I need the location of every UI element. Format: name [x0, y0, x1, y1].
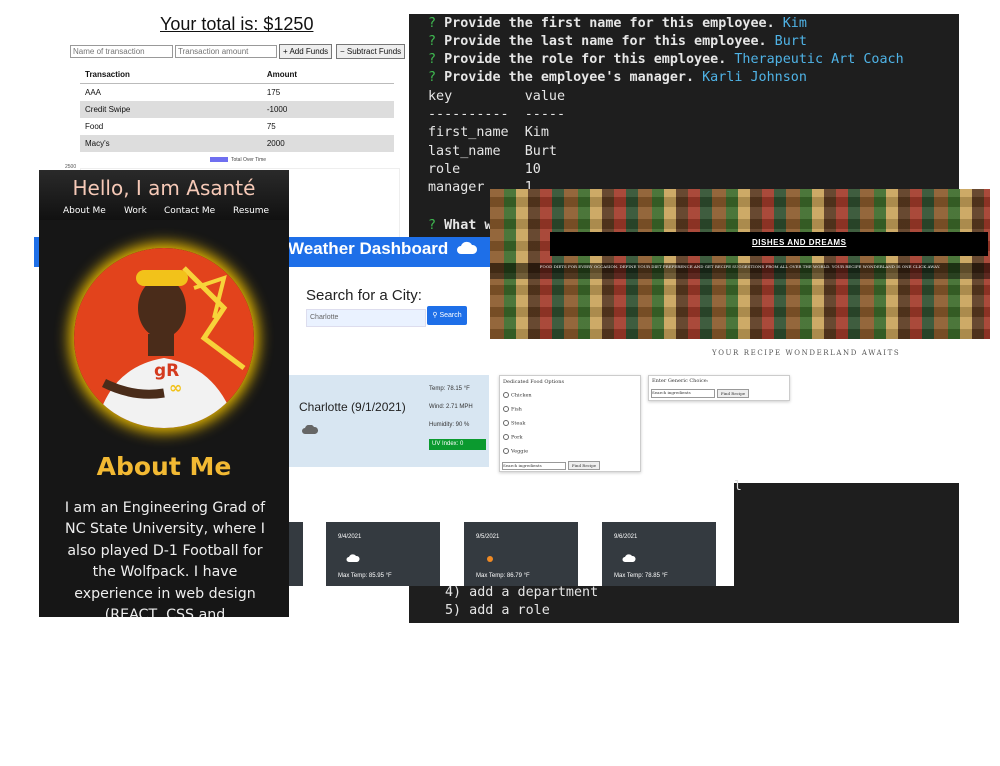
generic-choice-heading: Enter Generic Choice: [652, 378, 709, 384]
avatar: gR ∞ [74, 248, 254, 428]
bio-text: I am an Engineering Grad of NC State Uni… [64, 500, 266, 617]
transaction-amount-input[interactable] [175, 45, 277, 58]
current-temp: Temp: 78.15 °F [429, 386, 470, 392]
terminal-table-row: last_name Burt [428, 144, 557, 159]
terminal-prompt-line: ? Provide the last name for this employe… [428, 34, 807, 49]
search-button-label: Search [439, 312, 462, 319]
radio-icon [503, 448, 509, 454]
site-title: DISHES AND DREAMS [752, 238, 847, 247]
cloud-icon [302, 425, 318, 434]
menu-option-add-role: 5) add a role [445, 603, 550, 618]
diet-option[interactable]: Veggie [503, 448, 528, 455]
terminal-window-lower: l [734, 479, 959, 586]
legend-swatch [210, 157, 228, 163]
cloud-icon [457, 241, 478, 254]
diet-option[interactable]: Chicken [503, 392, 532, 399]
radio-icon [503, 420, 509, 426]
terminal-cursor: l [734, 479, 742, 494]
table-row: Credit Swipe -1000 [80, 101, 394, 118]
transaction-amount: -1000 [261, 101, 394, 118]
forecast-card: 9/5/2021 Max Temp: 86.79 °F [464, 522, 578, 586]
radio-icon [503, 392, 509, 398]
transaction-amount: 75 [266, 122, 276, 131]
transactions-table: Transaction Amount AAA 175 Credit Swipe -1… [80, 66, 394, 152]
terminal-table-row: role 10 [428, 162, 541, 177]
transaction-amount: 2000 [261, 135, 394, 152]
forecast-temp: Max Temp: 86.79 °F [476, 573, 530, 579]
terminal-menu: 4) add a department 5) add a role [409, 585, 959, 623]
transaction-name: AAA [85, 88, 102, 97]
forecast-temp: Max Temp: 78.85 °F [614, 573, 668, 579]
terminal-prompt-line: ? Provide the role for this employee. Th… [428, 52, 904, 67]
legend-label: Total Over Time [231, 157, 267, 163]
forecast-date: 9/4/2021 [338, 534, 362, 540]
recipe-site-window: DISHES AND DREAMS FOOD DIETS FOR EVERY O… [490, 189, 990, 389]
about-heading: About Me [96, 452, 232, 481]
cloud-icon [346, 554, 360, 562]
current-humidity: Humidity: 90 % [429, 422, 470, 428]
city-search-input[interactable]: Charlotte [306, 309, 426, 327]
forecast-date: 9/5/2021 [476, 534, 500, 540]
transaction-name-input[interactable] [70, 45, 173, 58]
diet-options-card: Dedicated Food Options Chicken Fish Stea… [499, 375, 641, 472]
radio-icon [503, 434, 509, 440]
table-row: AAA 175 [80, 84, 394, 102]
transaction-name: Food [85, 122, 104, 131]
forecast-date: 9/6/2021 [614, 534, 638, 540]
generic-choice-card: Enter Generic Choice: Search ingredients… [648, 375, 790, 401]
column-header-transaction: Transaction [80, 66, 262, 84]
terminal-table-header: key value [428, 89, 566, 104]
nav-item-about[interactable]: About Me [63, 206, 106, 216]
forecast-temp: Max Temp: 85.95 °F [338, 573, 392, 579]
terminal-prompt-line: ? Provide the employee's manager. Karli … [428, 70, 807, 85]
terminal-prompt-line: ? What w [428, 218, 493, 233]
generic-search-input[interactable]: Search ingredients [651, 389, 715, 398]
sun-icon [487, 556, 493, 562]
terminal-table-divider: ---------- ----- [428, 107, 566, 122]
forecast-card: 9/4/2021 Max Temp: 85.95 °F [326, 522, 440, 586]
subtract-funds-button[interactable]: − Subtract Funds [336, 44, 406, 59]
add-funds-button[interactable]: + Add Funds [279, 44, 333, 59]
diet-search-input[interactable]: Search ingredients [502, 462, 566, 470]
current-weather-card: Charlotte (9/1/2021) Temp: 78.15 °F Wind… [289, 375, 489, 467]
forecast-card: 9/6/2021 Max Temp: 78.85 °F [602, 522, 716, 586]
tagline: YOUR RECIPE WONDERLAND AWAITS [712, 349, 901, 357]
diet-option[interactable]: Pork [503, 434, 523, 441]
generic-find-button[interactable]: Find Recipe [717, 389, 749, 398]
table-row: Food 75 [80, 118, 394, 135]
current-wind: Wind: 2.71 MPH [429, 404, 473, 410]
radio-icon [503, 406, 509, 412]
diet-find-button[interactable]: Find Recipe [568, 461, 600, 470]
site-title-bar: DISHES AND DREAMS [550, 232, 988, 256]
menu-option-add-department: 4) add a department [445, 585, 599, 600]
transaction-name: Credit Swipe [80, 101, 262, 118]
table-row: Macy's 2000 [80, 135, 394, 152]
terminal-table-row: first_name Kim [428, 125, 549, 140]
chart-legend: Total Over Time [210, 157, 266, 163]
diet-option[interactable]: Fish [503, 406, 522, 413]
transaction-name: Macy's [80, 135, 262, 152]
weather-title: Weather Dashboard [288, 239, 449, 258]
diet-options-heading: Dedicated Food Options [503, 379, 565, 385]
terminal-prompt-line: ? Provide the first name for this employ… [428, 16, 807, 31]
search-icon: ⚲ [432, 312, 438, 319]
current-city: Charlotte (9/1/2021) [299, 400, 406, 414]
search-button[interactable]: ⚲ Search [427, 306, 467, 325]
diet-option[interactable]: Steak [503, 420, 525, 427]
profile-photo: gR ∞ [74, 248, 254, 428]
svg-text:∞: ∞ [169, 378, 182, 397]
uv-index-badge: UV Index: 0 [429, 439, 486, 450]
transaction-amount: 175 [266, 88, 281, 97]
total-heading: Your total is: $1250 [160, 14, 314, 34]
nav-item-resume[interactable]: Resume [233, 206, 269, 216]
nav-item-work[interactable]: Work [124, 206, 147, 216]
nav-item-contact[interactable]: Contact Me [164, 206, 215, 216]
portfolio-window: Hello, I am Asanté About Me Work Contact… [39, 170, 289, 617]
column-header-amount: Amount [261, 66, 394, 84]
portfolio-title: Hello, I am Asanté [72, 176, 256, 200]
search-label: Search for a City: [306, 287, 422, 304]
cloud-icon [622, 554, 636, 562]
table-header-row: Transaction Amount [80, 66, 394, 84]
banner-description: FOOD DIETS FOR EVERY OCCASION. DEFINE YO… [490, 263, 990, 279]
